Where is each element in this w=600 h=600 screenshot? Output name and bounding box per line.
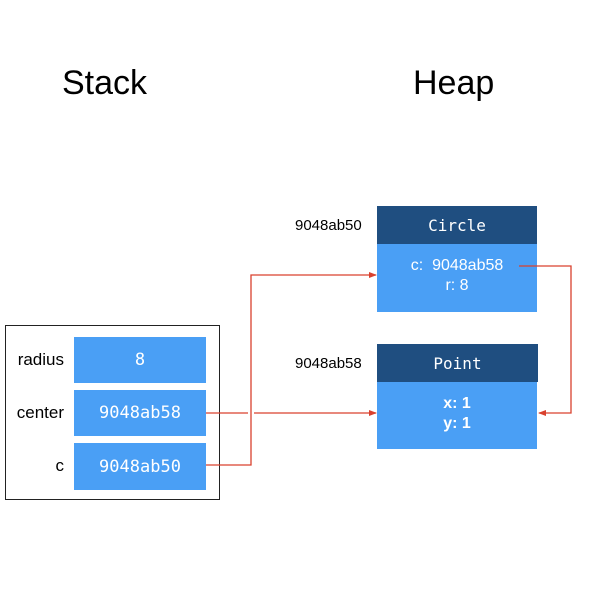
arrow-circle-c-to-point	[519, 265, 572, 416]
pointer-arrows	[206, 265, 572, 466]
arrow-c-to-circle	[206, 272, 377, 466]
